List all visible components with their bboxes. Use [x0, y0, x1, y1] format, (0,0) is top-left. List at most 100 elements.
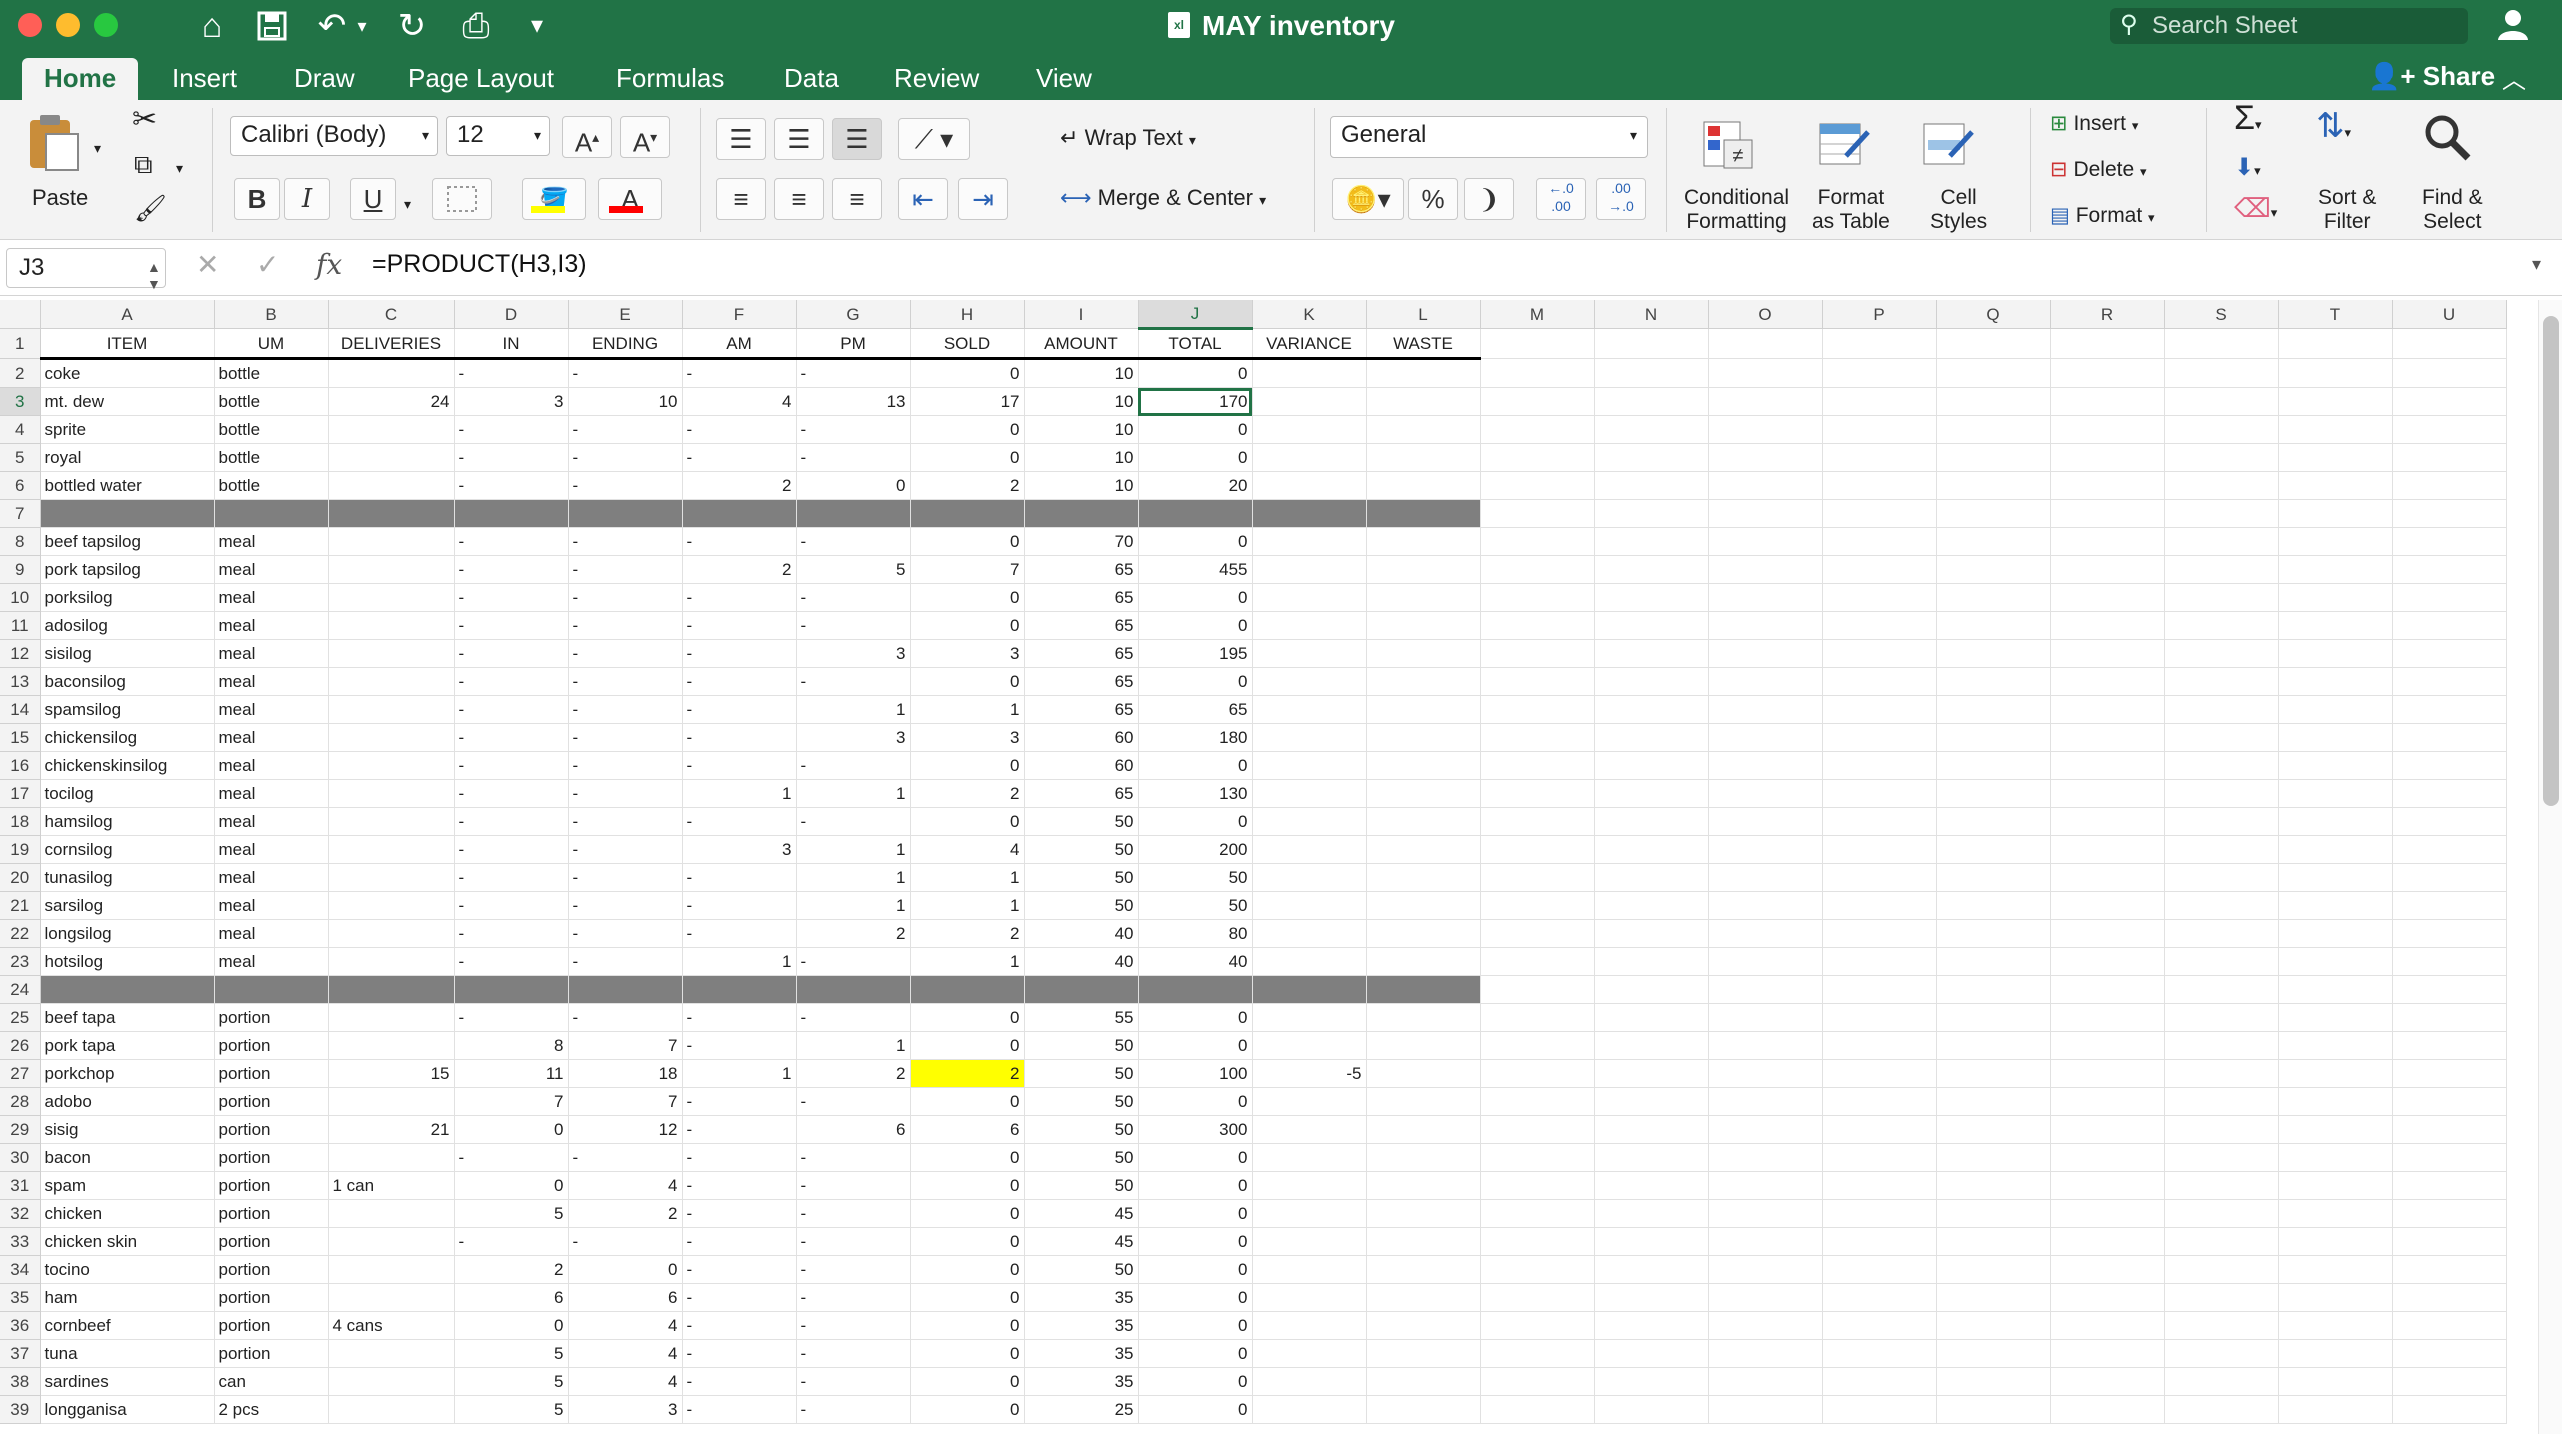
percent-button[interactable]: % — [1408, 178, 1458, 220]
cell[interactable] — [328, 499, 455, 528]
column-header[interactable]: E — [568, 300, 683, 329]
cell[interactable] — [1594, 1283, 1709, 1312]
font-color-button[interactable]: A — [598, 178, 662, 220]
cell[interactable]: - — [568, 891, 683, 920]
cell[interactable] — [1024, 975, 1139, 1004]
cell[interactable]: bottle — [214, 471, 329, 500]
cell[interactable] — [1936, 471, 2051, 500]
cell[interactable] — [1480, 1255, 1595, 1284]
cell[interactable] — [1366, 611, 1481, 640]
cell[interactable]: bottle — [214, 387, 329, 416]
cell[interactable]: 200 — [1138, 835, 1253, 864]
cell[interactable] — [2164, 807, 2279, 836]
cell[interactable]: 45 — [1024, 1227, 1139, 1256]
cell[interactable] — [1480, 415, 1595, 444]
cell[interactable]: 2 — [796, 1059, 911, 1088]
cell[interactable]: 0 — [910, 1255, 1025, 1284]
cell[interactable]: sisilog — [40, 639, 215, 668]
cell[interactable] — [568, 975, 683, 1004]
cell[interactable]: - — [796, 1339, 911, 1368]
cell[interactable] — [1138, 499, 1253, 528]
cell[interactable] — [2278, 1059, 2393, 1088]
cell[interactable]: - — [796, 358, 911, 388]
cell[interactable]: 0 — [1138, 1367, 1253, 1396]
row-header[interactable]: 25 — [0, 1003, 41, 1032]
cell[interactable] — [1366, 583, 1481, 612]
align-left-button[interactable]: ≡ — [716, 178, 766, 220]
cell[interactable] — [1936, 1143, 2051, 1172]
cell[interactable]: 1 — [796, 863, 911, 892]
cell[interactable] — [1708, 471, 1823, 500]
cell[interactable] — [1708, 723, 1823, 752]
column-header[interactable]: B — [214, 300, 329, 329]
underline-dropdown-icon[interactable]: ▾ — [404, 192, 411, 216]
cell[interactable] — [1936, 723, 2051, 752]
cell[interactable] — [2392, 1087, 2507, 1116]
cell[interactable] — [1366, 807, 1481, 836]
cell[interactable]: 1 — [910, 863, 1025, 892]
cell[interactable] — [1822, 975, 1937, 1004]
cell[interactable] — [1480, 1339, 1595, 1368]
cell[interactable]: bottle — [214, 358, 329, 388]
cell[interactable]: 0 — [796, 471, 911, 500]
cell[interactable] — [1708, 1395, 1823, 1424]
cell[interactable] — [1708, 527, 1823, 556]
copy-dropdown-icon[interactable]: ▾ — [176, 156, 183, 180]
cell[interactable] — [1708, 919, 1823, 948]
cell[interactable]: 11 — [454, 1059, 569, 1088]
cell[interactable] — [328, 835, 455, 864]
cell[interactable] — [796, 499, 911, 528]
cell[interactable] — [1708, 807, 1823, 836]
cell[interactable]: - — [682, 1283, 797, 1312]
cell[interactable] — [2050, 415, 2165, 444]
cell[interactable] — [328, 779, 455, 808]
cell[interactable]: hotsilog — [40, 947, 215, 976]
worksheet-grid[interactable]: ABCDEFGHIJKLMNOPQRSTU 1 ITEM UM DELIVERIES I… — [0, 300, 2538, 1434]
cell[interactable]: 40 — [1138, 947, 1253, 976]
cell[interactable]: 0 — [1138, 667, 1253, 696]
cell[interactable]: - — [796, 443, 911, 472]
cell[interactable]: 0 — [910, 1087, 1025, 1116]
cell[interactable] — [1366, 1255, 1481, 1284]
cell[interactable]: beef tapsilog — [40, 527, 215, 556]
cell[interactable] — [214, 499, 329, 528]
cell[interactable] — [2164, 863, 2279, 892]
column-header[interactable]: O — [1708, 300, 1823, 329]
cell[interactable]: 15 — [328, 1059, 455, 1088]
cell[interactable]: beef tapa — [40, 1003, 215, 1032]
cell[interactable]: 0 — [1138, 807, 1253, 836]
cell[interactable] — [2278, 639, 2393, 668]
cell[interactable]: - — [682, 415, 797, 444]
cell[interactable]: - — [682, 639, 797, 668]
cell[interactable] — [2050, 583, 2165, 612]
row-header[interactable]: 33 — [0, 1227, 41, 1256]
cell[interactable] — [1252, 415, 1367, 444]
cell[interactable]: - — [796, 1227, 911, 1256]
cell[interactable]: - — [454, 358, 569, 388]
cell[interactable]: meal — [214, 639, 329, 668]
cell[interactable]: - — [454, 695, 569, 724]
tab-view[interactable]: View — [1014, 58, 1114, 100]
cell[interactable] — [328, 919, 455, 948]
cell[interactable] — [1252, 779, 1367, 808]
cell[interactable]: 0 — [1138, 751, 1253, 780]
tab-insert[interactable]: Insert — [150, 58, 259, 100]
cell[interactable] — [2164, 779, 2279, 808]
cell[interactable]: 2 — [454, 1255, 569, 1284]
cell[interactable]: 1 — [796, 891, 911, 920]
cell[interactable] — [1822, 1227, 1937, 1256]
cell[interactable]: 1 — [682, 1059, 797, 1088]
cell[interactable]: bottled water — [40, 471, 215, 500]
cell[interactable] — [1708, 1339, 1823, 1368]
cell[interactable]: sarsilog — [40, 891, 215, 920]
row-header[interactable]: 22 — [0, 919, 41, 948]
cell-table[interactable]: ABCDEFGHIJKLMNOPQRSTU 1 ITEM UM DELIVERIES I… — [0, 300, 2507, 1424]
cell[interactable]: 12 — [568, 1115, 683, 1144]
cell[interactable]: 4 cans — [328, 1311, 455, 1340]
cell[interactable] — [1594, 891, 1709, 920]
cell[interactable]: meal — [214, 779, 329, 808]
cell[interactable]: 24 — [328, 387, 455, 416]
row-header[interactable]: 9 — [0, 555, 41, 584]
header-cell[interactable] — [1936, 328, 2051, 359]
cell[interactable] — [2392, 1199, 2507, 1228]
